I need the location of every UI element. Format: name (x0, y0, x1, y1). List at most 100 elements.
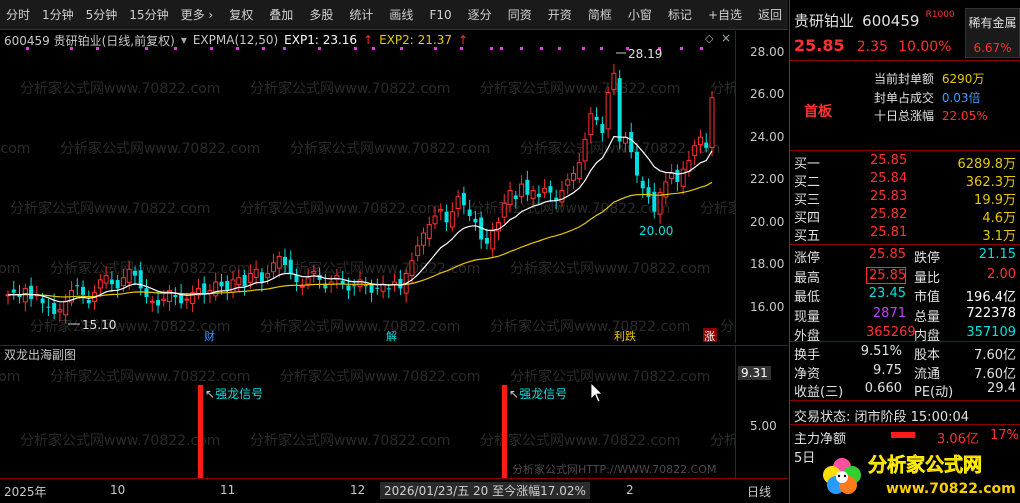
watermark-text: 分析家公式网www.70822.com (290, 140, 490, 157)
price-tick: 26.00 (750, 87, 785, 101)
chart-header: 600459 贵研铂业(日线,前复权) ▾ EXPMA(12,50) EXP1:… (0, 31, 735, 49)
stat-value: 9.51% (860, 344, 902, 359)
candle-body-down (282, 256, 287, 265)
candle-body-up (588, 113, 594, 136)
btn-f10[interactable]: F10 (423, 0, 457, 30)
seal-value: 22.05% (941, 109, 988, 123)
candle-body-down (600, 124, 605, 133)
seal-label: 十日总涨幅 (874, 109, 935, 123)
candle-body-down (259, 272, 264, 283)
btn-mark[interactable]: 标记 (662, 0, 698, 30)
stat-label: 净资 (794, 366, 821, 382)
stat-label: 量比 (914, 270, 941, 286)
btn-overlay[interactable]: 叠加 (263, 0, 299, 30)
sub-chart[interactable]: 分析家公式网www.70822.com 分析家公式网www.70822.com 分析… (0, 345, 735, 478)
stats-row: 涨停 25.85 跌停 21.15 (794, 247, 1016, 266)
main-flow-bar (891, 432, 915, 438)
marker-finance: 财 (204, 329, 215, 343)
order-book-row[interactable]: 买四 25.82 4.6万 (794, 207, 1016, 226)
signal-label: ↖强龙信号 (205, 387, 263, 401)
price-tick: 16.00 (750, 300, 785, 314)
candle-body-up (611, 72, 617, 91)
watermark-text: 分析家公式网www.70822.com (240, 200, 440, 217)
candlestick-chart[interactable]: 分析家公式网www.70822.com 分析家公式网www.70822.com 分析… (0, 31, 735, 343)
candle-body-down (352, 285, 357, 287)
sub-chart-header: 双龙出海副图 (0, 345, 735, 363)
btn-simple-frame[interactable]: 简框 (582, 0, 618, 30)
candle-body-down (132, 270, 137, 276)
low-label: 15.10 (82, 318, 116, 332)
stat-label: 市值 (914, 290, 941, 305)
watermark-text: 分析家公式网www.70822.com (0, 368, 20, 385)
time-label: 12 (350, 483, 366, 497)
candle-body-down (640, 180, 645, 189)
chart-title: 600459 贵研铂业(日线,前复权) (4, 33, 175, 48)
btn-adjust[interactable]: 复权 (223, 0, 259, 30)
stat-label: 现量 (794, 309, 821, 325)
site-logo: 分析家公式网 www.70822.com (823, 453, 1016, 497)
sub-tick-current: 9.31 (738, 366, 771, 380)
high-label: 28.19 (628, 47, 662, 61)
candle-body-up (409, 260, 415, 276)
sub-watermark: 分析家公式网HTTP://WWW.70822.COM (512, 462, 716, 476)
stat-label: 收益(三) (794, 385, 844, 400)
candle-body-down (173, 294, 178, 297)
order-volume: 3.1万 (982, 229, 1016, 244)
stat-value: 25.85 (868, 247, 906, 262)
candle-body-up (420, 232, 426, 246)
order-book-row[interactable]: 买一 25.85 6289.8万 (794, 153, 1016, 172)
btn-add-watchlist[interactable]: +自选 (702, 0, 748, 30)
candle-body-up (490, 230, 496, 250)
candle-body-up (276, 255, 282, 269)
candle-body-up (97, 279, 103, 289)
price-tick: 18.00 (750, 257, 785, 271)
back-button[interactable]: 返回 (752, 0, 788, 30)
stat-label: 涨停 (794, 251, 821, 266)
close-icon[interactable]: × (721, 31, 731, 45)
candle-body-up (576, 162, 582, 180)
tab-more[interactable]: 更多 › (175, 0, 220, 30)
sector-box[interactable]: 稀有金属 6.67% (965, 8, 1020, 58)
btn-by-minute[interactable]: 逐分 (462, 0, 498, 30)
diamond-icon[interactable]: ◇ (705, 32, 713, 45)
stat-label: 跌停 (914, 251, 941, 266)
tab-1min[interactable]: 1分钟 (36, 0, 80, 30)
tab-15min[interactable]: 15分钟 (123, 0, 174, 30)
btn-open-fund[interactable]: 开资 (542, 0, 578, 30)
watermark-text: 分析家公式网www.70822.com (0, 260, 20, 277)
candle-body-up (519, 183, 525, 197)
order-book-row[interactable]: 买五 25.81 3.1万 (794, 225, 1016, 244)
candle-body-up (438, 209, 444, 212)
stat-label: 最低 (794, 290, 821, 305)
btn-multi[interactable]: 多股 (303, 0, 339, 30)
tab-intraday[interactable]: 分时 (0, 0, 36, 30)
watermark-text: 分析家公式网www.70822.com (480, 80, 680, 97)
order-book-row[interactable]: 买三 25.83 19.9万 (794, 189, 1016, 208)
order-book-row[interactable]: 买二 25.84 362.3万 (794, 171, 1016, 190)
stats2-row: 换手 9.51% 股本 7.60亿 (794, 344, 1016, 363)
btn-same-fund[interactable]: 同资 (502, 0, 538, 30)
btn-stats[interactable]: 统计 (343, 0, 379, 30)
candle-body-down (634, 151, 639, 176)
candle-body-up (680, 168, 686, 187)
candle-body-up (357, 279, 363, 287)
watermark-text: 分析家公式网www.70822.com (720, 318, 735, 335)
candle-body-up (253, 268, 259, 278)
watermark-text: 分析家公式网www.70822.com (0, 140, 30, 157)
candle-body-down (646, 187, 651, 197)
marker-profit-drop: 利跌 (614, 329, 636, 343)
candle-body-down (109, 279, 114, 285)
chart-dropdown-icon[interactable]: ▾ (181, 33, 187, 47)
current-price: 25.85 (794, 36, 845, 55)
seal-value: 0.03倍 (941, 91, 981, 105)
period-label[interactable]: 日线 (747, 483, 771, 500)
candle-body-down (386, 288, 391, 290)
tab-5min[interactable]: 5分钟 (80, 0, 124, 30)
btn-draw[interactable]: 画线 (383, 0, 419, 30)
btn-small-window[interactable]: 小窗 (622, 0, 658, 30)
candle-body-up (57, 309, 63, 313)
candle-body-up (415, 245, 421, 257)
time-label: 2 (626, 483, 634, 497)
exp1-value: EXP1: 23.16 (284, 33, 358, 47)
indicator-name[interactable]: EXPMA(12,50) (193, 33, 278, 47)
